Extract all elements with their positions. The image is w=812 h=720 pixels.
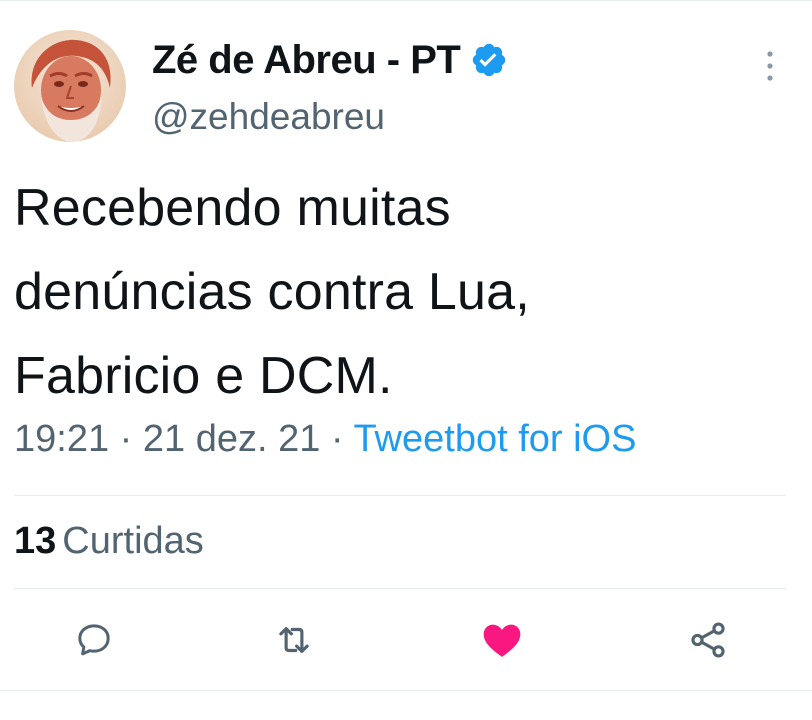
verified-badge-icon: [470, 41, 508, 79]
author-handle[interactable]: @zehdeabreu: [152, 96, 385, 138]
tweet-text-line: Fabricio e DCM.: [14, 347, 393, 405]
likes-count: 13: [14, 520, 57, 562]
tweet-timestamp[interactable]: 19:21 · 21 dez. 21: [14, 418, 320, 460]
divider: [14, 588, 786, 589]
tweet-text-line: Recebendo muitas: [14, 179, 451, 237]
display-name[interactable]: Zé de Abreu - PT: [152, 38, 461, 83]
divider: [14, 495, 786, 496]
likes-summary[interactable]: 13 Curtidas: [14, 520, 204, 563]
tweet-source-link[interactable]: Tweetbot for iOS: [353, 418, 636, 460]
avatar-photo: [14, 30, 126, 142]
share-button[interactable]: [684, 616, 732, 664]
tweet-meta: 19:21 · 21 dez. 21 · Tweetbot for iOS: [14, 418, 636, 461]
author-name-row[interactable]: Zé de Abreu - PT: [152, 34, 508, 86]
likes-label: Curtidas: [62, 520, 204, 562]
speech-bubble-icon: [78, 624, 110, 656]
divider: [0, 690, 812, 691]
reply-button[interactable]: [70, 616, 118, 664]
author-avatar[interactable]: [14, 30, 126, 142]
more-options-icon[interactable]: [758, 48, 782, 84]
top-divider: [0, 0, 812, 1]
like-button[interactable]: [478, 616, 526, 664]
tweet-text-line: denúncias contra Lua,: [14, 263, 530, 321]
meta-separator: ·: [320, 418, 354, 460]
tweet-text: Recebendo muitas denúncias contra Lua, F…: [14, 166, 794, 418]
retweet-icon: [279, 627, 309, 653]
share-icon: [691, 622, 725, 658]
heart-icon: [483, 624, 521, 657]
retweet-button[interactable]: [270, 616, 318, 664]
